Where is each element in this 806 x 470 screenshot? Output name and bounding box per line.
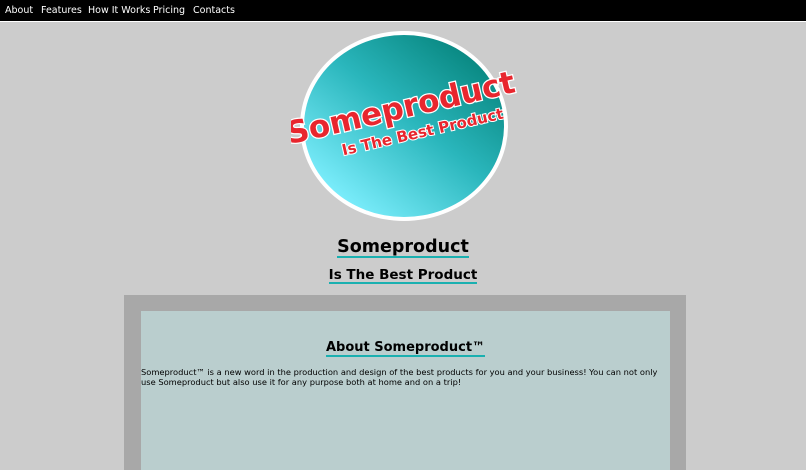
about-section-panel <box>141 311 670 470</box>
top-navigation: About Features How It Works Pricing Cont… <box>0 0 806 22</box>
about-heading: About Someproduct™ <box>141 340 670 357</box>
nav-link-pricing[interactable]: Pricing <box>153 5 185 16</box>
nav-link-about[interactable]: About <box>5 5 33 16</box>
nav-link-how-it-works[interactable]: How It Works <box>88 5 150 16</box>
nav-link-features[interactable]: Features <box>41 5 82 16</box>
hero-subtitle: Is The Best Product <box>0 267 806 285</box>
nav-link-contacts[interactable]: Contacts <box>193 5 235 16</box>
hero-subtitle-text: Is The Best Product <box>328 267 478 285</box>
about-heading-text: About Someproduct™ <box>325 340 486 357</box>
hero-title: Someproduct <box>0 237 806 259</box>
product-logo: Someproduct Is The Best Product <box>282 28 520 224</box>
hero-title-text: Someproduct <box>337 237 469 259</box>
about-paragraph: Someproduct™ is a new word in the produc… <box>141 367 658 387</box>
logo-graphic: Someproduct Is The Best Product <box>282 31 520 221</box>
